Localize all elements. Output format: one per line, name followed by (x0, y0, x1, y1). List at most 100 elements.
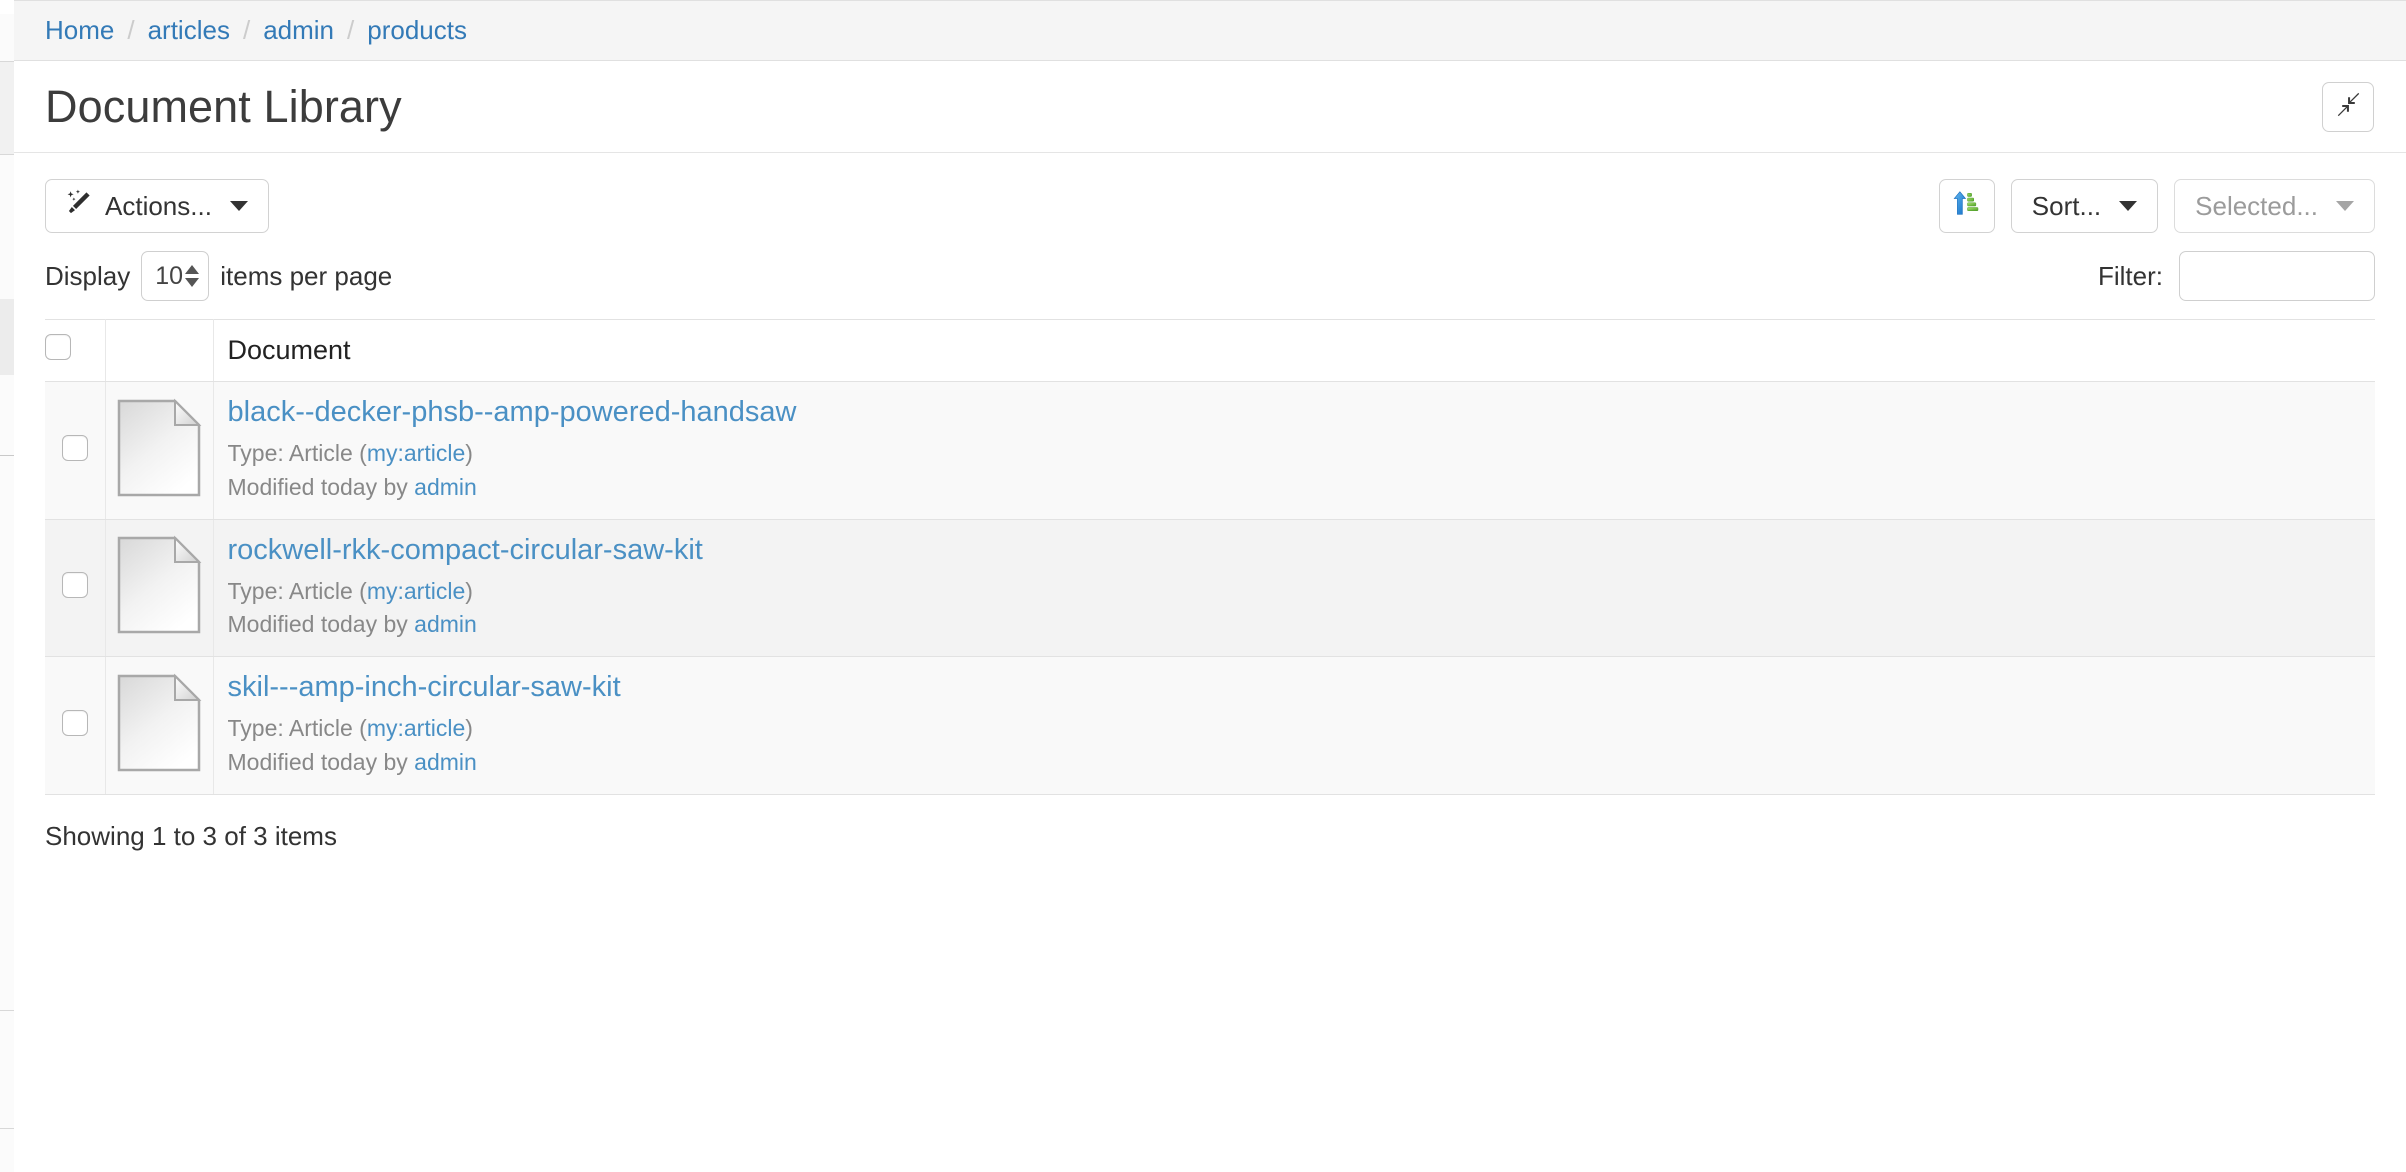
filter-label: Filter: (2098, 260, 2163, 291)
document-file-icon (115, 398, 203, 503)
toolbar-right-group: Sort... Selected... (1938, 179, 2375, 233)
breadcrumb-separator: / (127, 15, 135, 45)
selected-button[interactable]: Selected... (2174, 179, 2375, 233)
document-toolbar: Actions... Sort... Selected... (14, 153, 2406, 233)
results-status: Showing 1 to 3 of 3 items (45, 820, 337, 851)
type-prefix: Type: Article ( (227, 577, 367, 604)
sliver-divider (0, 61, 14, 62)
modified-prefix: Modified today by (227, 473, 415, 500)
sort-button[interactable]: Sort... (2010, 179, 2159, 233)
row-content-cell: black--decker-phsb--amp-powered-handsaw … (213, 381, 2376, 520)
breadcrumb-item-admin[interactable]: admin (263, 15, 334, 46)
type-suffix: ) (465, 715, 473, 742)
sliver-segment (0, 299, 14, 375)
breadcrumb-item-articles[interactable]: articles (148, 15, 230, 46)
table-row[interactable]: rockwell-rkk-compact-circular-saw-kit Ty… (45, 518, 2376, 658)
table-row[interactable]: black--decker-phsb--amp-powered-handsaw … (45, 381, 2376, 520)
breadcrumb-separator: / (242, 15, 251, 45)
filter-input[interactable] (2179, 251, 2375, 301)
row-icon-cell (105, 656, 214, 795)
breadcrumb-item-home[interactable]: Home (45, 15, 114, 46)
document-meta: Type: Article (my:article) Modified toda… (228, 437, 2376, 505)
type-suffix: ) (465, 577, 473, 604)
breadcrumb: Home / articles / admin / products (14, 0, 2406, 61)
sliver-divider (0, 455, 14, 456)
items-per-page-label: items per page (220, 260, 393, 291)
document-table: Document black--decker-phsb--amp-powered… (45, 319, 2375, 795)
document-meta: Type: Article (my:article) Modified toda… (228, 712, 2376, 780)
select-all-checkbox[interactable] (45, 334, 71, 360)
document-file-icon (115, 535, 203, 640)
row-icon-cell (105, 381, 214, 520)
document-modified-line: Modified today by admin (228, 608, 2376, 642)
collapse-panel-button[interactable] (2322, 81, 2374, 132)
magic-wand-icon (66, 189, 93, 223)
table-head: Document (45, 319, 2375, 382)
document-type-line: Type: Article (my:article) (228, 712, 2376, 746)
page-size-select[interactable]: 10 (141, 251, 210, 301)
table-header-row: Document (45, 319, 2375, 382)
modified-prefix: Modified today by (227, 611, 415, 638)
type-prefix: Type: Article ( (227, 440, 367, 466)
page-header: Document Library (14, 61, 2406, 153)
breadcrumb-separator: / (347, 15, 355, 45)
table-body: black--decker-phsb--amp-powered-handsaw … (45, 381, 2376, 795)
document-library-app: Home / articles / admin / products Docum… (14, 0, 2406, 1172)
sliver-divider (0, 154, 14, 155)
page-size-value: 10 (155, 261, 184, 290)
chevron-down-icon (2336, 201, 2354, 211)
row-checkbox[interactable] (61, 709, 88, 736)
chevron-down-icon (229, 201, 248, 211)
type-prefix: Type: Article ( (227, 715, 367, 742)
document-modified-line: Modified today by admin (228, 471, 2376, 505)
document-title-link[interactable]: rockwell-rkk-compact-circular-saw-kit (228, 534, 2376, 567)
selected-button-label: Selected... (2195, 190, 2318, 221)
modified-prefix: Modified today by (227, 748, 415, 775)
actions-button[interactable]: Actions... (45, 179, 269, 233)
list-controls: Display 10 items per page Filter: (14, 233, 2406, 301)
sort-direction-button[interactable] (1938, 179, 1995, 233)
modified-user-link[interactable]: admin (414, 474, 477, 500)
row-checkbox[interactable] (61, 572, 88, 599)
sort-button-label: Sort... (2031, 190, 2102, 221)
filter-control: Filter: (2098, 251, 2375, 301)
document-table-container: Document black--decker-phsb--amp-powered… (14, 301, 2406, 795)
row-content-cell: rockwell-rkk-compact-circular-saw-kit Ty… (213, 518, 2376, 658)
page-title: Document Library (45, 80, 402, 132)
document-title-link[interactable]: black--decker-phsb--amp-powered-handsaw (228, 396, 2376, 429)
sliver-divider (0, 1128, 14, 1129)
document-type-line: Type: Article (my:article) (228, 575, 2376, 609)
row-checkbox[interactable] (61, 434, 88, 461)
row-content-cell: skil---amp-inch-circular-saw-kit Type: A… (213, 656, 2376, 795)
chevron-down-icon (2119, 201, 2138, 211)
table-row[interactable]: skil---amp-inch-circular-saw-kit Type: A… (45, 656, 2376, 795)
type-link[interactable]: my:article (367, 440, 465, 466)
document-title-link[interactable]: skil---amp-inch-circular-saw-kit (228, 671, 2376, 704)
actions-button-label: Actions... (105, 190, 212, 221)
sort-ascending-icon (1952, 188, 1982, 225)
document-modified-line: Modified today by admin (228, 746, 2376, 780)
left-panel-sliver (0, 0, 14, 1172)
breadcrumb-item-products[interactable]: products (367, 15, 467, 46)
display-label: Display (45, 260, 131, 291)
compress-arrows-icon (2335, 91, 2362, 123)
row-select-cell (45, 381, 106, 520)
type-link[interactable]: my:article (367, 715, 465, 741)
select-all-header (45, 319, 106, 382)
row-select-cell (45, 518, 106, 658)
type-suffix: ) (465, 440, 473, 466)
icon-header (105, 319, 214, 382)
document-type-line: Type: Article (my:article) (228, 437, 2376, 471)
modified-user-link[interactable]: admin (414, 611, 477, 637)
sliver-segment (0, 62, 14, 154)
document-column-header: Document (213, 319, 2375, 382)
document-meta: Type: Article (my:article) Modified toda… (228, 575, 2376, 643)
type-link[interactable]: my:article (367, 578, 465, 604)
row-icon-cell (105, 518, 214, 658)
sliver-divider (0, 1010, 14, 1011)
page-size-control: Display 10 items per page (45, 251, 392, 301)
document-file-icon (115, 673, 203, 778)
row-select-cell (45, 656, 106, 795)
stepper-arrows-icon (185, 265, 200, 287)
modified-user-link[interactable]: admin (414, 749, 477, 775)
